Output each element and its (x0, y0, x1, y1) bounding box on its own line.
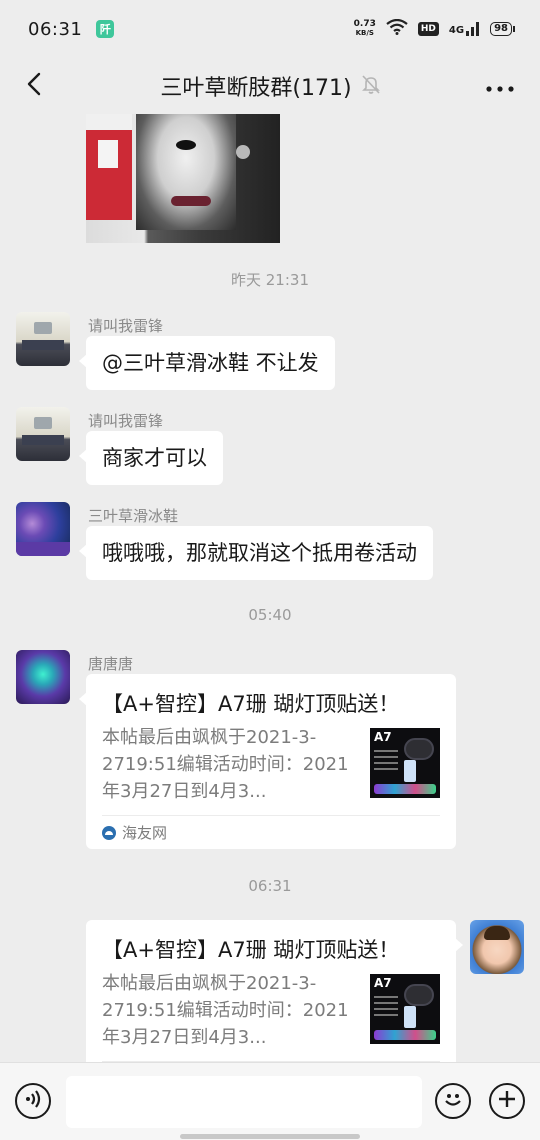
battery-indicator: 98 (490, 22, 515, 36)
card-footer: 海友网 (102, 815, 440, 849)
thumbnail-coral-shape (374, 1030, 436, 1040)
bell-off-icon (361, 74, 380, 98)
card-body: 本帖最后由飒枫于2021-3-2719:51编辑活动时间：2021年3月27日到… (102, 970, 440, 1051)
emoji-icon (441, 1087, 465, 1115)
thumbnail-label: A7 (374, 976, 392, 990)
sender-name: 唐唐唐 (88, 655, 134, 673)
plus-icon (497, 1089, 517, 1113)
thumbnail-coral-shape (374, 784, 436, 794)
home-indicator[interactable] (180, 1134, 360, 1139)
card-description: 本帖最后由飒枫于2021-3-2719:51编辑活动时间：2021年3月27日到… (102, 727, 349, 802)
page-title: 三叶草断肢群(171) (160, 76, 352, 101)
timestamp: 06:31 (248, 877, 292, 895)
voice-button[interactable] (15, 1083, 51, 1119)
avatar[interactable] (16, 502, 70, 556)
signal-4g-label: 4G (448, 25, 465, 36)
thumbnail-text-lines (374, 750, 398, 772)
thumbnail-label: A7 (374, 730, 392, 744)
chat-header: 三叶草断肢群(171) (0, 58, 540, 114)
title-group: 三叶草断肢群(171) (0, 58, 540, 114)
card-title: 【A+智控】A7珊 瑚灯顶贴送！ (102, 938, 400, 962)
thumbnail-light-shape (404, 984, 434, 1006)
signal-icon: 4G (449, 22, 480, 36)
emoji-button[interactable] (435, 1083, 471, 1119)
message-bubble[interactable]: @三叶草滑冰鞋 不让发 (79, 336, 335, 390)
input-bar (0, 1062, 540, 1140)
sender-name: 三叶草滑冰鞋 (88, 507, 179, 525)
hd-badge: HD (417, 22, 439, 36)
voice-icon (24, 1089, 42, 1113)
avatar[interactable] (470, 920, 524, 974)
card-body: 本帖最后由飒枫于2021-3-2719:51编辑活动时间：2021年3月27日到… (102, 724, 440, 805)
avatar[interactable] (16, 650, 70, 704)
collar-shape (171, 196, 211, 206)
dog-nose-shape (176, 140, 196, 150)
poster-shape (86, 114, 132, 220)
background-light-shape (236, 145, 250, 159)
chat-message-list[interactable]: 昨天 21:31 请叫我雷锋 @三叶草滑冰鞋 不让发 请叫我雷锋 商家才可以 三… (0, 114, 540, 1062)
card-description: 本帖最后由飒枫于2021-3-2719:51编辑活动时间：2021年3月27日到… (102, 973, 349, 1048)
source-logo-icon (102, 825, 116, 840)
avatar[interactable] (16, 312, 70, 366)
image-message-dog[interactable] (86, 114, 280, 243)
net-speed-value: 0.73 (353, 19, 376, 29)
avatar[interactable] (16, 407, 70, 461)
thumbnail-phone-shape (404, 760, 416, 782)
message-input[interactable] (66, 1076, 422, 1128)
link-card[interactable]: 【A+智控】A7珊 瑚灯顶贴送！ 本帖最后由飒枫于2021-3-2719:51编… (79, 674, 456, 849)
wifi-icon (386, 18, 408, 40)
plus-button[interactable] (489, 1083, 525, 1119)
message-bubble[interactable]: 商家才可以 (79, 431, 223, 485)
thumbnail-text-lines (374, 996, 398, 1018)
card-source: 海友网 (122, 824, 168, 842)
app-notification-icon: 阡 (96, 20, 115, 38)
thumbnail-light-shape (404, 738, 434, 760)
card-thumbnail: A7 (370, 728, 440, 798)
timestamp: 05:40 (248, 606, 292, 624)
net-speed: 0.73 KB/S (354, 20, 376, 38)
status-bar: 06:31 阡 0.73 KB/S HD 4G 98 (0, 0, 540, 58)
card-title: 【A+智控】A7珊 瑚灯顶贴送！ (102, 692, 400, 716)
status-indicators: 0.73 KB/S HD 4G 98 (354, 18, 515, 40)
sender-name: 请叫我雷锋 (88, 317, 164, 335)
more-options-button[interactable] (480, 68, 520, 104)
message-bubble[interactable]: 哦哦哦，那就取消这个抵用卷活动 (79, 526, 433, 580)
status-time: 06:31 (28, 18, 83, 40)
link-card[interactable]: 【A+智控】A7珊 瑚灯顶贴送！ 本帖最后由飒枫于2021-3-2719:51编… (86, 920, 463, 1062)
card-thumbnail: A7 (370, 974, 440, 1044)
timestamp: 昨天 21:31 (231, 271, 309, 289)
net-speed-unit: KB/S (355, 29, 374, 37)
more-dots-icon (486, 77, 514, 96)
thumbnail-phone-shape (404, 1006, 416, 1028)
sender-name: 请叫我雷锋 (88, 412, 164, 430)
dog-shape (136, 114, 236, 230)
